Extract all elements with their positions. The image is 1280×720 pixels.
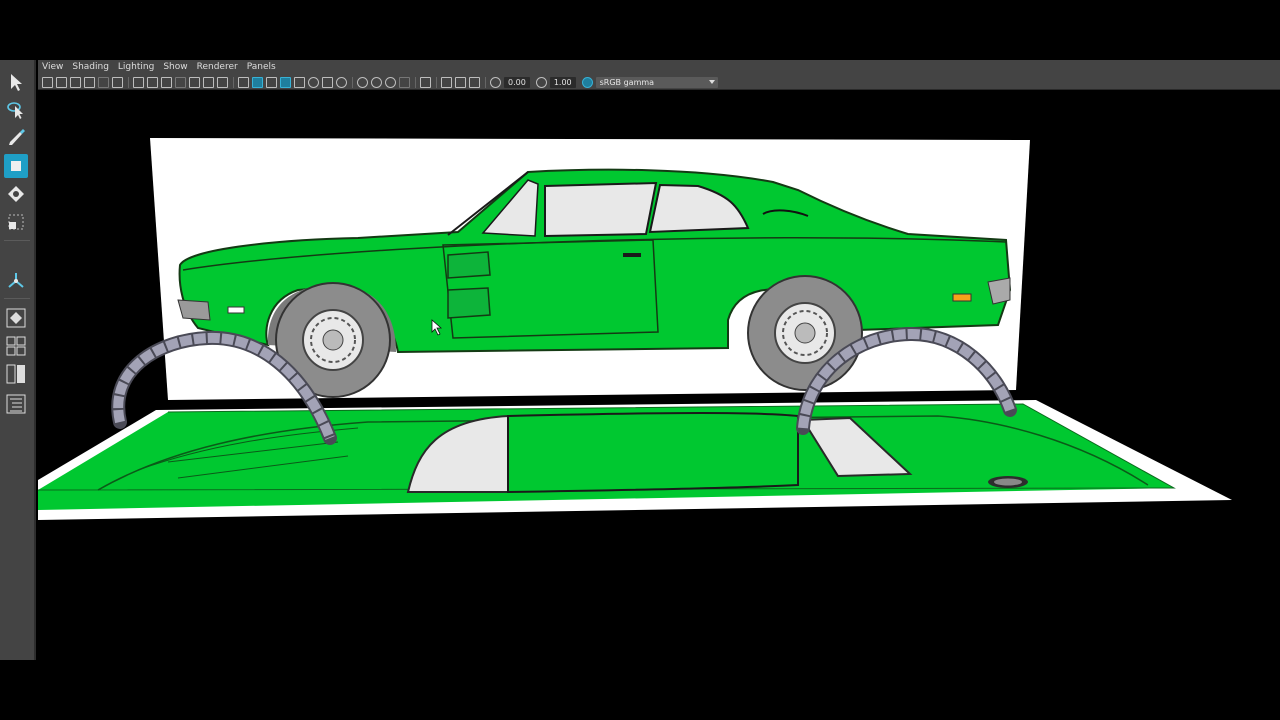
wireframe-on-shaded-icon[interactable]	[280, 76, 291, 88]
grid-icon[interactable]	[133, 76, 144, 88]
color-space-dropdown[interactable]: sRGB gamma	[595, 76, 718, 88]
image-plane-icon[interactable]	[84, 76, 95, 88]
bookmarks-icon[interactable]	[70, 76, 81, 88]
menu-renderer[interactable]: Renderer	[197, 62, 238, 74]
motion-blur-icon[interactable]	[357, 76, 368, 88]
scene-render	[38, 138, 1232, 520]
two-d-pan-icon[interactable]	[98, 76, 109, 88]
toolbar-separator	[415, 76, 416, 88]
show-manipulator-icon[interactable]	[4, 268, 28, 292]
toolbar-separator	[485, 76, 486, 88]
xray-icon[interactable]	[420, 76, 431, 88]
panel-toolbar: 0.00 1.00 sRGB gamma	[42, 75, 718, 89]
menu-lighting[interactable]: Lighting	[118, 62, 154, 74]
wireframe-icon[interactable]	[238, 76, 249, 88]
textured-icon[interactable]	[294, 76, 305, 88]
isolate-select-icon[interactable]	[399, 76, 410, 88]
paint-select-icon[interactable]	[4, 126, 28, 150]
menu-view[interactable]: View	[42, 62, 63, 74]
single-view-layout-icon[interactable]	[4, 306, 28, 330]
menu-show[interactable]: Show	[163, 62, 187, 74]
toolbar-separator	[128, 76, 129, 88]
grease-pencil-icon[interactable]	[112, 76, 123, 88]
panel-header: View Shading Lighting Show Renderer Pane…	[38, 60, 1280, 90]
panel-menubar: View Shading Lighting Show Renderer Pane…	[42, 62, 285, 74]
tool-separator	[4, 298, 30, 299]
use-lights-icon[interactable]	[308, 76, 319, 88]
safe-title-icon[interactable]	[217, 76, 228, 88]
shadows-icon[interactable]	[322, 76, 333, 88]
smooth-shade-icon[interactable]	[252, 76, 263, 88]
chevron-down-icon	[708, 79, 715, 84]
select-camera-icon[interactable]	[42, 76, 53, 88]
toolbar-separator	[436, 76, 437, 88]
rotate-tool-icon[interactable]	[4, 182, 28, 206]
four-view-layout-icon[interactable]	[4, 334, 28, 358]
gamma-icon[interactable]	[535, 76, 547, 88]
exposure-field[interactable]: 0.00	[504, 76, 530, 88]
scale-tool-icon[interactable]	[4, 210, 28, 234]
default-material-icon[interactable]	[266, 76, 277, 88]
letterbox-bottom	[0, 660, 1280, 720]
color-space-label: sRGB gamma	[599, 77, 655, 87]
select-tool-icon[interactable]	[4, 70, 28, 94]
viewport[interactable]	[38, 90, 1280, 660]
menu-panels[interactable]: Panels	[247, 62, 276, 74]
lasso-tool-icon[interactable]	[4, 98, 28, 122]
top-view-image-plane[interactable]	[38, 400, 1232, 520]
camera-attributes-icon[interactable]	[56, 76, 67, 88]
resolution-gate-icon[interactable]	[161, 76, 172, 88]
two-view-layout-icon[interactable]	[4, 362, 28, 386]
toolbar-separator	[233, 76, 234, 88]
menu-shading[interactable]: Shading	[72, 62, 109, 74]
ambient-occlusion-icon[interactable]	[336, 76, 347, 88]
color-management-icon[interactable]	[581, 76, 593, 88]
letterbox-top	[0, 0, 1280, 60]
tool-box	[0, 60, 36, 660]
field-chart-icon[interactable]	[189, 76, 200, 88]
depth-of-field-icon[interactable]	[385, 76, 396, 88]
safe-action-icon[interactable]	[203, 76, 214, 88]
backface-culling-icon[interactable]	[469, 76, 480, 88]
multisample-antialiasing-icon[interactable]	[371, 76, 382, 88]
move-tool-icon[interactable]	[4, 154, 28, 178]
xray-active-components-icon[interactable]	[455, 76, 466, 88]
exposure-icon[interactable]	[490, 76, 501, 88]
tool-separator	[4, 240, 30, 241]
rear-wheel	[747, 275, 863, 391]
gate-mask-icon[interactable]	[175, 76, 186, 88]
outliner-layout-icon[interactable]	[4, 392, 28, 416]
film-gate-icon[interactable]	[147, 76, 158, 88]
gamma-field[interactable]: 1.00	[549, 76, 576, 88]
toolbar-separator	[352, 76, 353, 88]
xray-joints-icon[interactable]	[441, 76, 452, 88]
